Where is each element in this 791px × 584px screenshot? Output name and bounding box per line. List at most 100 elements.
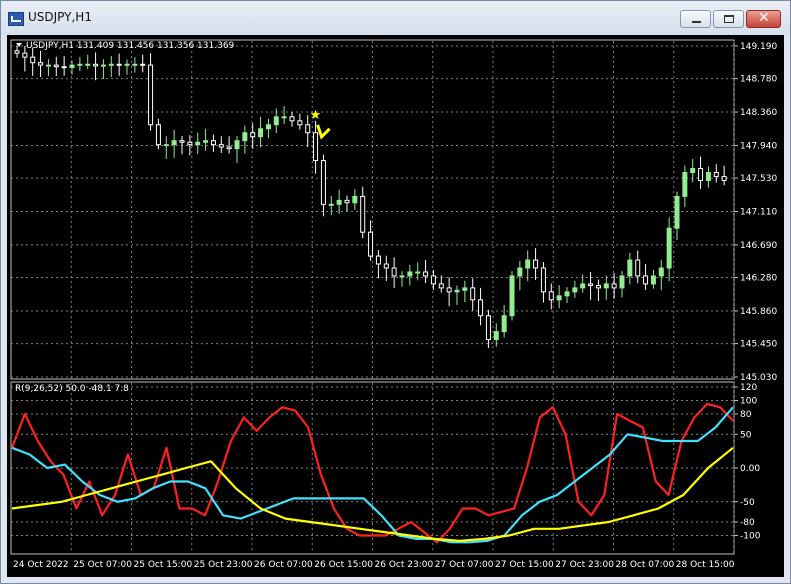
candle-body	[674, 195, 680, 229]
candle-body	[525, 259, 531, 269]
candle-body	[14, 50, 20, 54]
candle-body	[61, 66, 67, 69]
chart-area[interactable]: 149.190 148.780 148.360 147.940 147.530 147.1…	[7, 35, 784, 577]
indicator-header: R(9,26,52) 50.0 -48.1 7.8	[15, 384, 129, 394]
ind-tick-label: 0.00	[740, 464, 760, 474]
chart-window: USDJPY,H1 ✕ 149.190 148.780 148.360 147.940…	[0, 0, 791, 584]
candle-body	[226, 146, 232, 150]
candle-body	[595, 284, 601, 289]
candle-body	[650, 275, 656, 285]
candle-body	[360, 195, 366, 233]
candle-body	[155, 124, 161, 146]
candle-body	[140, 63, 146, 66]
candle-body	[328, 203, 334, 206]
time-tick-label: 26 Oct 07:00	[254, 560, 313, 570]
candle-body	[721, 175, 727, 181]
time-tick-label: 28 Oct 15:00	[676, 560, 735, 570]
ind-tick-label: 80	[740, 410, 752, 420]
candle-body	[399, 275, 405, 278]
candle-body	[627, 259, 633, 277]
title-bar[interactable]: USDJPY,H1 ✕	[1, 1, 790, 35]
ind-tick-label: -80	[740, 518, 755, 528]
candle-body	[242, 132, 248, 142]
candle-body	[478, 299, 484, 317]
candle-body	[509, 275, 515, 317]
candle-body	[148, 64, 154, 126]
chart-app-icon	[8, 12, 24, 26]
main-grid	[11, 41, 735, 378]
candle-body	[195, 141, 201, 146]
candle-body	[454, 289, 460, 293]
ind-tick-label: -50	[740, 498, 755, 508]
candle-body	[705, 172, 711, 181]
price-tick-label: 147.110	[740, 208, 777, 218]
main-chart-header: USDJPY,H1 131.409 131.456 131.356 131.36…	[26, 41, 235, 51]
candles-layer	[14, 46, 727, 348]
time-tick-label: 24 Oct 2022	[13, 560, 69, 570]
close-button[interactable]: ✕	[746, 10, 781, 28]
time-tick-label: 25 Oct 07:00	[73, 560, 132, 570]
ind-tick-label: 50	[740, 430, 752, 440]
candle-body	[517, 267, 523, 277]
maximize-icon	[724, 15, 734, 23]
candle-body	[313, 132, 319, 162]
candle-body	[45, 64, 51, 67]
price-tick-label: 147.940	[740, 141, 777, 151]
candle-body	[533, 259, 539, 269]
candle-body	[430, 275, 436, 285]
candle-body	[643, 275, 649, 285]
candle-body	[179, 140, 185, 143]
close-icon: ✕	[758, 10, 770, 26]
candle-body	[580, 283, 586, 289]
maximize-button[interactable]	[713, 10, 744, 28]
candle-body	[572, 287, 578, 293]
minimize-button[interactable]	[680, 10, 711, 28]
price-tick-label: 149.190	[740, 42, 777, 52]
candle-body	[187, 141, 193, 146]
time-tick-label: 26 Oct 23:00	[375, 560, 434, 570]
price-tick-label: 145.450	[740, 340, 777, 350]
candle-body	[462, 287, 468, 291]
chart-canvas[interactable]: 149.190 148.780 148.360 147.940 147.530 147.1…	[7, 35, 784, 577]
candle-body	[666, 227, 672, 269]
candle-body	[258, 128, 264, 138]
candle-body	[611, 283, 617, 289]
ind-tick-label: -100	[740, 532, 761, 542]
candle-body	[108, 63, 114, 66]
candle-body	[713, 172, 719, 177]
time-tick-label: 27 Oct 15:00	[495, 560, 554, 570]
time-tick-label: 25 Oct 15:00	[134, 560, 193, 570]
price-axis: 149.190 148.780 148.360 147.940 147.530 147.1…	[734, 42, 777, 383]
candle-body	[281, 116, 287, 119]
candle-body	[368, 231, 374, 257]
ind-tick-label: 120	[740, 383, 757, 393]
window-title: USDJPY,H1	[28, 10, 92, 24]
candle-body	[619, 275, 625, 289]
candle-body	[273, 116, 279, 126]
candle-body	[635, 259, 641, 277]
star-icon: ★	[310, 108, 322, 123]
candle-body	[53, 64, 59, 68]
candle-body	[100, 64, 106, 67]
candle-body	[391, 267, 397, 277]
candle-body	[415, 271, 421, 274]
price-tick-label: 146.280	[740, 274, 777, 284]
candle-body	[77, 63, 83, 66]
candle-body	[438, 283, 444, 289]
time-tick-label: 27 Oct 07:00	[435, 560, 494, 570]
candle-body	[320, 160, 326, 205]
candle-body	[407, 271, 413, 277]
indicator-grid	[11, 383, 735, 553]
minimize-icon	[692, 21, 701, 23]
candle-body	[548, 291, 554, 301]
candle-body	[493, 331, 499, 341]
candle-body	[163, 144, 169, 147]
candle-body	[352, 195, 358, 204]
down-arrow-icon	[316, 124, 331, 140]
candle-body	[588, 283, 594, 286]
candle-body	[132, 63, 138, 66]
price-tick-label: 148.780	[740, 75, 777, 85]
candle-body	[69, 64, 75, 68]
time-tick-label: 27 Oct 23:00	[555, 560, 614, 570]
candle-body	[423, 271, 429, 277]
